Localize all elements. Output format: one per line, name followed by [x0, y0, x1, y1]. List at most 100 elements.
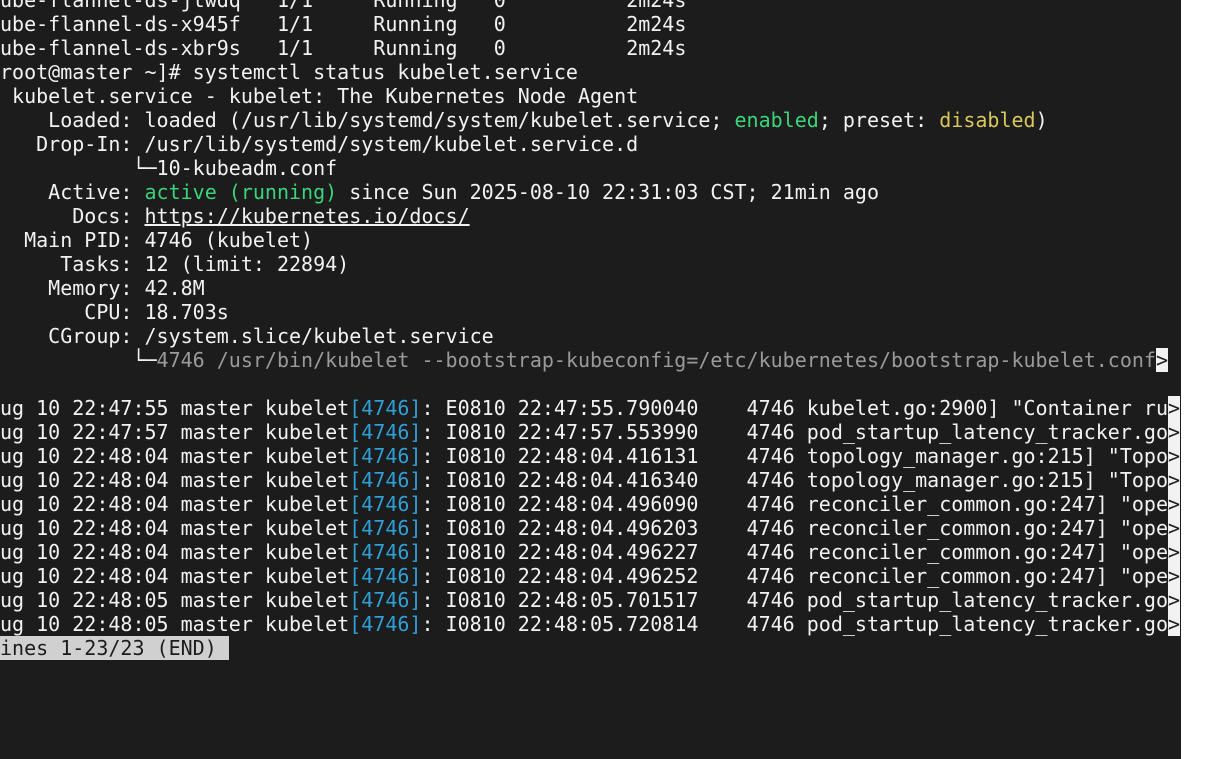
active-since: since Sun 2025-08-10 22:31:03 CST; 21min… [337, 180, 880, 204]
docs-link[interactable]: https://kubernetes.io/docs/ [145, 204, 470, 228]
log-line: ug 10 22:48:04 master kubelet[4746]: I08… [0, 468, 1181, 492]
log-pid: [4746] [349, 396, 422, 420]
pod-name: ube-flannel-ds-xbr9s [0, 36, 241, 60]
log-line: ug 10 22:47:57 master kubelet[4746]: I08… [0, 420, 1181, 444]
truncation-marker: > [1168, 468, 1181, 492]
cpu-value: 18.703s [144, 300, 229, 324]
cgroup-value: /system.slice/kubelet.service [144, 324, 494, 348]
cpu-label: CPU: [0, 300, 145, 324]
truncation-marker: > [1168, 540, 1181, 564]
log-line: ug 10 22:47:55 master kubelet[4746]: E08… [0, 396, 1181, 420]
dropin-line: Drop-In: /usr/lib/systemd/system/kubelet… [0, 132, 638, 156]
log-message: : I0810 22:48:04.496203 4746 reconciler_… [421, 516, 1168, 540]
log-line: ug 10 22:48:04 master kubelet[4746]: I08… [0, 492, 1181, 516]
log-pid: [4746] [349, 516, 422, 540]
truncation-marker: > [1168, 492, 1181, 516]
pod-ready: 1/1 [276, 0, 314, 12]
pod-restarts: 0 [493, 12, 506, 36]
log-prefix: ug 10 22:48:04 master kubelet [0, 492, 350, 516]
log-prefix: ug 10 22:48:04 master kubelet [0, 444, 350, 468]
dropin-path: /usr/lib/systemd/system/kubelet.service.… [144, 132, 639, 156]
pod-row: ube-flannel-ds-jtwdq 1/1 Running 0 2m24s [0, 0, 686, 12]
log-pid: [4746] [349, 588, 422, 612]
pod-ready: 1/1 [276, 12, 314, 36]
cgroup-process-line: └─4746 /usr/bin/kubelet --bootstrap-kube… [0, 348, 1168, 372]
pod-status: Running [373, 36, 458, 60]
log-line: ug 10 22:48:05 master kubelet[4746]: I08… [0, 588, 1181, 612]
docs-line: Docs: https://kubernetes.io/docs/ [0, 204, 470, 228]
pod-restarts: 0 [493, 36, 506, 60]
loaded-line: Loaded: loaded (/usr/lib/systemd/system/… [0, 108, 1048, 132]
truncation-marker: > [1168, 612, 1181, 636]
truncation-marker: > [1168, 420, 1181, 444]
pod-age: 2m24s [626, 0, 687, 12]
truncation-marker: > [1168, 516, 1181, 540]
cgroup-process: 4746 /usr/bin/kubelet --bootstrap-kubeco… [156, 348, 1156, 372]
log-prefix: ug 10 22:47:55 master kubelet [0, 396, 350, 420]
log-message: : I0810 22:48:04.416340 4746 topology_ma… [421, 468, 1168, 492]
active-state: active (running) [144, 180, 338, 204]
shell-prompt: root@master ~]# systemctl status kubelet… [0, 60, 578, 84]
log-prefix: ug 10 22:48:04 master kubelet [0, 468, 350, 492]
pod-name: ube-flannel-ds-x945f [0, 12, 241, 36]
truncation-marker: > [1168, 396, 1181, 420]
memory-label: Memory: [0, 276, 145, 300]
log-message: : I0810 22:48:04.496252 4746 reconciler_… [421, 564, 1168, 588]
cgroup-line: CGroup: /system.slice/kubelet.service [0, 324, 494, 348]
truncation-marker: > [1168, 564, 1181, 588]
pod-age: 2m24s [626, 36, 687, 60]
log-pid: [4746] [349, 468, 422, 492]
pod-age: 2m24s [626, 12, 687, 36]
log-message: : I0810 22:48:05.701517 4746 pod_startup… [421, 588, 1168, 612]
log-message: : I0810 22:47:57.553990 4746 pod_startup… [421, 420, 1168, 444]
log-message: : I0810 22:48:04.496227 4746 reconciler_… [421, 540, 1168, 564]
cgroup-tree: └─ [0, 348, 157, 372]
pod-name: ube-flannel-ds-jtwdq [0, 0, 241, 12]
pod-status: Running [373, 12, 458, 36]
pod-row: ube-flannel-ds-xbr9s 1/1 Running 0 2m24s [0, 36, 686, 60]
log-message: : E0810 22:47:55.790040 4746 kubelet.go:… [421, 396, 1168, 420]
dropin-file: └─10-kubeadm.conf [0, 156, 338, 180]
mainpid-label: Main PID: [0, 228, 145, 252]
pod-status: Running [373, 0, 458, 12]
log-pid: [4746] [349, 564, 422, 588]
log-pid: [4746] [349, 420, 422, 444]
log-line: ug 10 22:48:04 master kubelet[4746]: I08… [0, 444, 1181, 468]
log-prefix: ug 10 22:48:05 master kubelet [0, 588, 350, 612]
active-label: Active: [0, 180, 145, 204]
log-prefix: ug 10 22:48:04 master kubelet [0, 564, 350, 588]
pod-ready: 1/1 [276, 36, 314, 60]
log-prefix: ug 10 22:48:04 master kubelet [0, 516, 350, 540]
log-prefix: ug 10 22:48:04 master kubelet [0, 540, 350, 564]
truncation-marker: > [1155, 348, 1168, 372]
enabled-state: enabled [734, 108, 819, 132]
log-prefix: ug 10 22:48:05 master kubelet [0, 612, 350, 636]
tasks-value: 12 (limit: 22894) [144, 252, 350, 276]
log-pid: [4746] [349, 444, 422, 468]
loaded-label: Loaded: [0, 108, 145, 132]
service-header: kubelet.service - kubelet: The Kubernete… [0, 84, 639, 108]
log-pid: [4746] [349, 540, 422, 564]
cpu-line: CPU: 18.703s [0, 300, 229, 324]
memory-value: 42.8M [144, 276, 205, 300]
log-prefix: ug 10 22:47:57 master kubelet [0, 420, 350, 444]
preset-state: disabled [939, 108, 1036, 132]
pager-status: ines 1-23/23 (END) [0, 636, 217, 660]
tasks-label: Tasks: [0, 252, 145, 276]
pager-cursor[interactable] [216, 636, 229, 660]
log-line: ug 10 22:48:04 master kubelet[4746]: I08… [0, 564, 1181, 588]
terminal-window[interactable]: ube-flannel-ds-jtwdq 1/1 Running 0 2m24s… [0, 0, 1181, 759]
memory-line: Memory: 42.8M [0, 276, 205, 300]
mainpid-value: 4746 (kubelet) [144, 228, 314, 252]
log-line: ug 10 22:48:05 master kubelet[4746]: I08… [0, 612, 1181, 636]
active-line: Active: active (running) since Sun 2025-… [0, 180, 879, 204]
loaded-value: loaded (/usr/lib/systemd/system/kubelet.… [144, 108, 735, 132]
scrollbar-track[interactable] [1181, 0, 1209, 759]
log-line: ug 10 22:48:04 master kubelet[4746]: I08… [0, 516, 1181, 540]
cgroup-label: CGroup: [0, 324, 145, 348]
log-pid: [4746] [349, 612, 422, 636]
loaded-post: ) [1035, 108, 1048, 132]
docs-label: Docs: [0, 204, 145, 228]
truncation-marker: > [1168, 588, 1181, 612]
truncation-marker: > [1168, 444, 1181, 468]
